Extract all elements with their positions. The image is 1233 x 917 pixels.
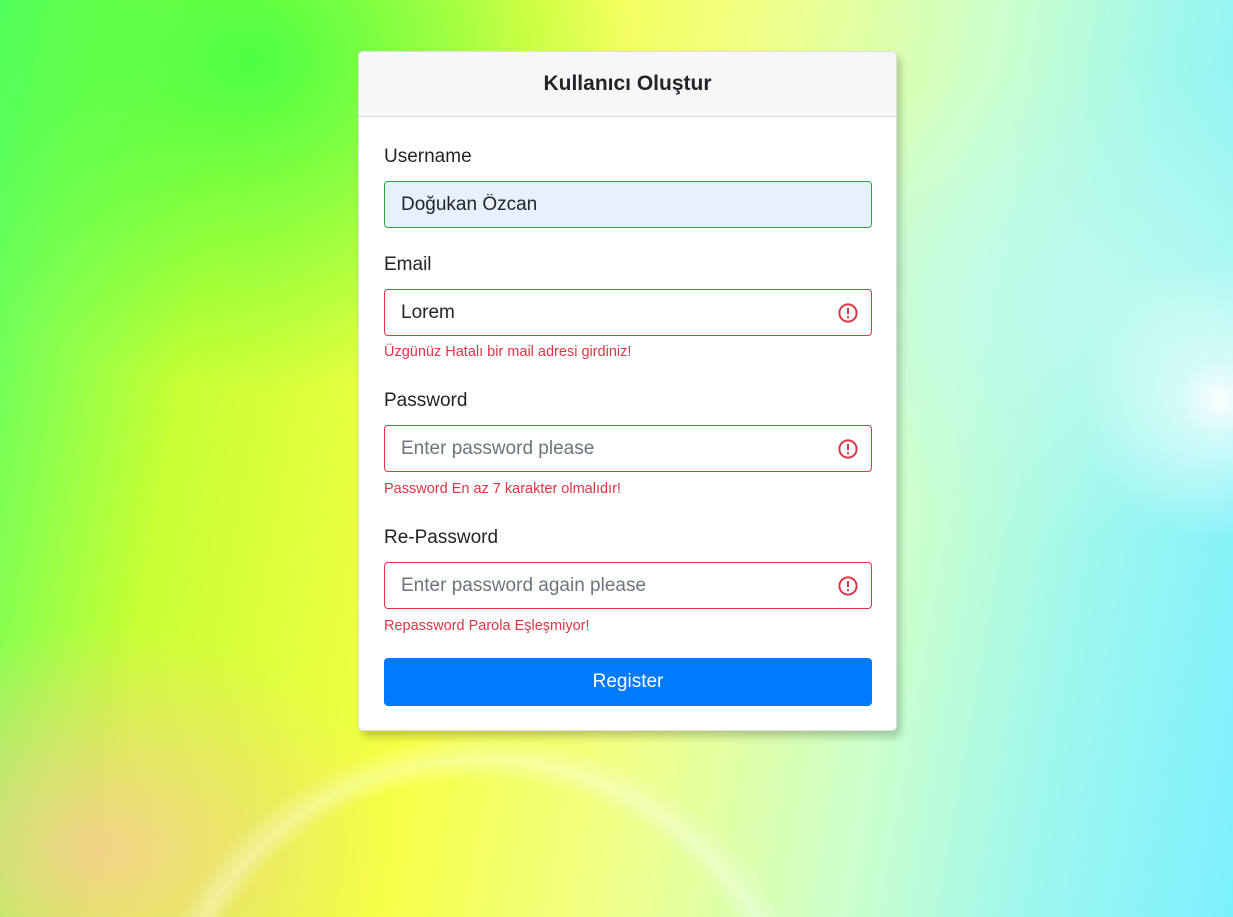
password-label: Password	[384, 390, 468, 411]
repassword-label: Re-Password	[384, 527, 499, 548]
card-header: Kullanıcı Oluştur	[359, 52, 896, 117]
email-input[interactable]	[385, 290, 871, 335]
repassword-field	[384, 562, 872, 609]
page-title: Kullanıcı Oluştur	[543, 72, 712, 95]
password-input[interactable]	[385, 426, 871, 471]
register-card: Kullanıcı Oluştur Username Email Üzgünüz…	[358, 51, 897, 731]
register-button[interactable]: Register	[384, 658, 872, 706]
username-field	[384, 181, 872, 228]
password-error-message: Password En az 7 karakter olmalıdır!	[384, 481, 621, 497]
username-input[interactable]	[385, 182, 871, 227]
email-error-message: Üzgünüz Hatalı bir mail adresi girdiniz!	[384, 344, 632, 360]
repassword-input[interactable]	[385, 563, 871, 608]
exclamation-circle-icon	[838, 576, 858, 596]
username-label: Username	[384, 146, 472, 167]
exclamation-circle-icon	[838, 439, 858, 459]
password-field	[384, 425, 872, 472]
repassword-error-message: Repassword Parola Eşleşmiyor!	[384, 618, 590, 634]
email-field	[384, 289, 872, 336]
exclamation-circle-icon	[838, 303, 858, 323]
email-label: Email	[384, 254, 432, 275]
